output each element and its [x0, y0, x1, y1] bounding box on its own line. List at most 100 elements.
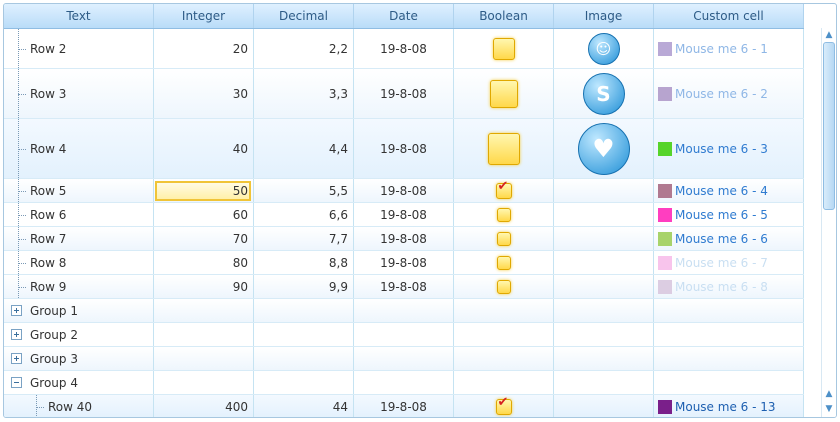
cell-integer[interactable]: 90 [154, 275, 254, 298]
checkbox-icon[interactable] [489, 79, 518, 108]
scrollbar-thumb[interactable] [823, 42, 835, 210]
cell-decimal[interactable]: 9,9 [254, 275, 354, 298]
column-header-decimal[interactable]: Decimal [254, 4, 354, 28]
table-row[interactable]: Row 7 70 7,7 19-8-08 Mouse me 6 - 6 [4, 227, 804, 251]
mouse-me-link[interactable]: Mouse me 6 - 3 [675, 142, 768, 156]
cell-date[interactable]: 19-8-08 [354, 119, 454, 178]
cell-group[interactable]: Group 4 [4, 371, 154, 394]
cell-integer[interactable]: 60 [154, 203, 254, 226]
cell-decimal[interactable]: 8,8 [254, 251, 354, 274]
cell-boolean[interactable] [454, 119, 554, 178]
cell-boolean[interactable] [454, 395, 554, 417]
column-header-date[interactable]: Date [354, 4, 454, 28]
cell-decimal[interactable]: 4,4 [254, 119, 354, 178]
cell-integer[interactable]: 20 [154, 29, 254, 68]
table-row[interactable]: Row 8 80 8,8 19-8-08 Mouse me 6 - 7 [4, 251, 804, 275]
cell-text[interactable]: Row 6 [4, 203, 154, 226]
table-row[interactable]: Row 40 400 44 19-8-08 Mouse me 6 - 13 [4, 395, 804, 417]
group-row[interactable]: Group 4 [4, 371, 804, 395]
cell-group[interactable]: Group 1 [4, 299, 154, 322]
mouse-me-link[interactable]: Mouse me 6 - 2 [675, 87, 768, 101]
column-header-boolean[interactable]: Boolean [454, 4, 554, 28]
cell-boolean[interactable] [454, 29, 554, 68]
cell-integer[interactable]: 80 [154, 251, 254, 274]
cell-date[interactable]: 19-8-08 [354, 227, 454, 250]
cell-integer[interactable]: 400 [154, 395, 254, 417]
arrow-up-icon[interactable]: ▲ [823, 388, 835, 400]
cell-custom[interactable]: Mouse me 6 - 2 [654, 69, 804, 118]
mouse-me-link[interactable]: Mouse me 6 - 1 [675, 42, 768, 56]
cell-integer[interactable]: 70 [154, 227, 254, 250]
mouse-me-link[interactable]: Mouse me 6 - 8 [675, 280, 768, 294]
checkbox-icon[interactable] [496, 279, 511, 294]
cell-integer[interactable]: 40 [154, 119, 254, 178]
checkbox-icon[interactable] [496, 255, 511, 270]
expand-icon[interactable] [11, 304, 22, 316]
expand-icon[interactable] [11, 352, 22, 364]
table-row[interactable]: Row 6 60 6,6 19-8-08 Mouse me 6 - 5 [4, 203, 804, 227]
cell-date[interactable]: 19-8-08 [354, 69, 454, 118]
cell-text[interactable]: Row 8 [4, 251, 154, 274]
cell-boolean[interactable] [454, 69, 554, 118]
cell-date[interactable]: 19-8-08 [354, 29, 454, 68]
table-row[interactable]: Row 3 30 3,3 19-8-08 S Mouse me 6 - 2 [4, 69, 804, 119]
expand-icon[interactable] [11, 328, 22, 340]
cell-custom[interactable]: Mouse me 6 - 3 [654, 119, 804, 178]
column-header-text[interactable]: Text [4, 4, 154, 28]
cell-integer[interactable]: 30 [154, 69, 254, 118]
cell-custom[interactable]: Mouse me 6 - 8 [654, 275, 804, 298]
arrow-down-icon[interactable]: ▼ [823, 403, 835, 415]
cell-text[interactable]: Row 3 [4, 69, 154, 118]
cell-custom[interactable]: Mouse me 6 - 13 [654, 395, 804, 417]
cell-decimal[interactable]: 6,6 [254, 203, 354, 226]
cell-date[interactable]: 19-8-08 [354, 275, 454, 298]
table-row[interactable]: Row 5 50 5,5 19-8-08 Mouse me 6 - 4 [4, 179, 804, 203]
cell-text[interactable]: Row 9 [4, 275, 154, 298]
cell-custom[interactable]: Mouse me 6 - 6 [654, 227, 804, 250]
cell-custom[interactable]: Mouse me 6 - 4 [654, 179, 804, 202]
cell-text[interactable]: Row 40 [4, 395, 154, 417]
cell-text[interactable]: Row 2 [4, 29, 154, 68]
mouse-me-link[interactable]: Mouse me 6 - 7 [675, 256, 768, 270]
mouse-me-link[interactable]: Mouse me 6 - 6 [675, 232, 768, 246]
cell-boolean[interactable] [454, 275, 554, 298]
cell-custom[interactable]: Mouse me 6 - 5 [654, 203, 804, 226]
table-row[interactable]: Row 9 90 9,9 19-8-08 Mouse me 6 - 8 [4, 275, 804, 299]
cell-text[interactable]: Row 7 [4, 227, 154, 250]
cell-group[interactable]: Group 2 [4, 323, 154, 346]
cell-decimal[interactable]: 44 [254, 395, 354, 417]
checked-checkbox-icon[interactable] [495, 179, 512, 199]
cell-date[interactable]: 19-8-08 [354, 179, 454, 202]
cell-date[interactable]: 19-8-08 [354, 395, 454, 417]
cell-decimal[interactable]: 7,7 [254, 227, 354, 250]
cell-date[interactable]: 19-8-08 [354, 203, 454, 226]
cell-decimal[interactable]: 5,5 [254, 179, 354, 202]
cell-boolean[interactable] [454, 227, 554, 250]
arrow-up-icon[interactable]: ▲ [823, 29, 835, 41]
collapse-icon[interactable] [11, 376, 22, 388]
group-row[interactable]: Group 2 [4, 323, 804, 347]
cell-date[interactable]: 19-8-08 [354, 251, 454, 274]
checkbox-icon[interactable] [492, 37, 515, 60]
column-header-integer[interactable]: Integer [154, 4, 254, 28]
cell-custom[interactable]: Mouse me 6 - 1 [654, 29, 804, 68]
cell-boolean[interactable] [454, 251, 554, 274]
group-row[interactable]: Group 3 [4, 347, 804, 371]
cell-text[interactable]: Row 5 [4, 179, 154, 202]
checkbox-icon[interactable] [487, 132, 520, 165]
cell-integer[interactable]: 50 [154, 179, 254, 202]
mouse-me-link[interactable]: Mouse me 6 - 4 [675, 184, 768, 198]
cell-group[interactable]: Group 3 [4, 347, 154, 370]
vertical-scrollbar[interactable]: ▲ ▲ ▼ [821, 28, 836, 417]
checked-checkbox-icon[interactable] [495, 395, 512, 415]
mouse-me-link[interactable]: Mouse me 6 - 13 [675, 400, 776, 414]
cell-decimal[interactable]: 2,2 [254, 29, 354, 68]
cell-custom[interactable]: Mouse me 6 - 7 [654, 251, 804, 274]
checkbox-icon[interactable] [496, 207, 511, 222]
column-header-image[interactable]: Image [554, 4, 654, 28]
cell-boolean[interactable] [454, 179, 554, 202]
mouse-me-link[interactable]: Mouse me 6 - 5 [675, 208, 768, 222]
group-row[interactable]: Group 1 [4, 299, 804, 323]
column-header-custom-cell[interactable]: Custom cell [654, 4, 804, 28]
cell-text[interactable]: Row 4 [4, 119, 154, 178]
